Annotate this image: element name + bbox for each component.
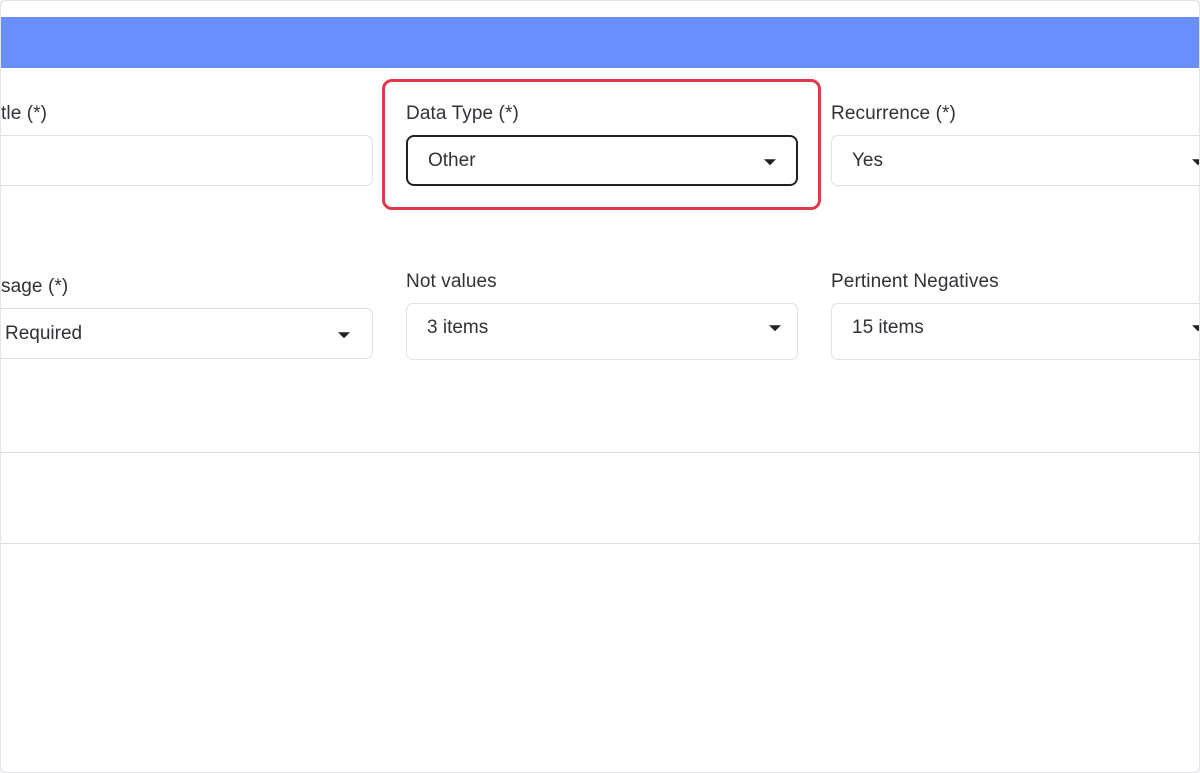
caret-down-icon — [764, 158, 776, 165]
section-divider — [1, 452, 1199, 453]
data-type-select[interactable]: Other — [406, 135, 798, 186]
not-values-label: Not values — [406, 271, 497, 292]
not-values-select[interactable]: 3 items — [406, 303, 798, 360]
not-values-value: 3 items — [427, 317, 489, 339]
caret-down-icon — [1192, 158, 1199, 165]
usage-label: sage (*) — [1, 276, 69, 297]
data-type-label: Data Type (*) — [406, 103, 519, 124]
data-type-value: Other — [428, 149, 476, 171]
recurrence-select[interactable]: Yes — [831, 135, 1199, 186]
usage-select[interactable]: Required — [1, 308, 373, 359]
section-divider — [1, 543, 1199, 544]
recurrence-value: Yes — [852, 149, 883, 171]
usage-value: Required — [5, 322, 83, 344]
recurrence-label: Recurrence (*) — [831, 103, 956, 124]
form-panel: tle (*) Data Type (*) Other Recurrence (… — [0, 0, 1200, 773]
header-bar — [1, 17, 1199, 68]
pertinent-negatives-value: 15 items — [852, 317, 924, 339]
title-input[interactable] — [1, 135, 373, 186]
caret-down-icon — [338, 331, 350, 338]
caret-down-icon — [1192, 325, 1199, 332]
title-label: tle (*) — [1, 103, 48, 124]
pertinent-negatives-label: Pertinent Negatives — [831, 271, 999, 292]
pertinent-negatives-select[interactable]: 15 items — [831, 303, 1199, 360]
caret-down-icon — [769, 325, 781, 332]
